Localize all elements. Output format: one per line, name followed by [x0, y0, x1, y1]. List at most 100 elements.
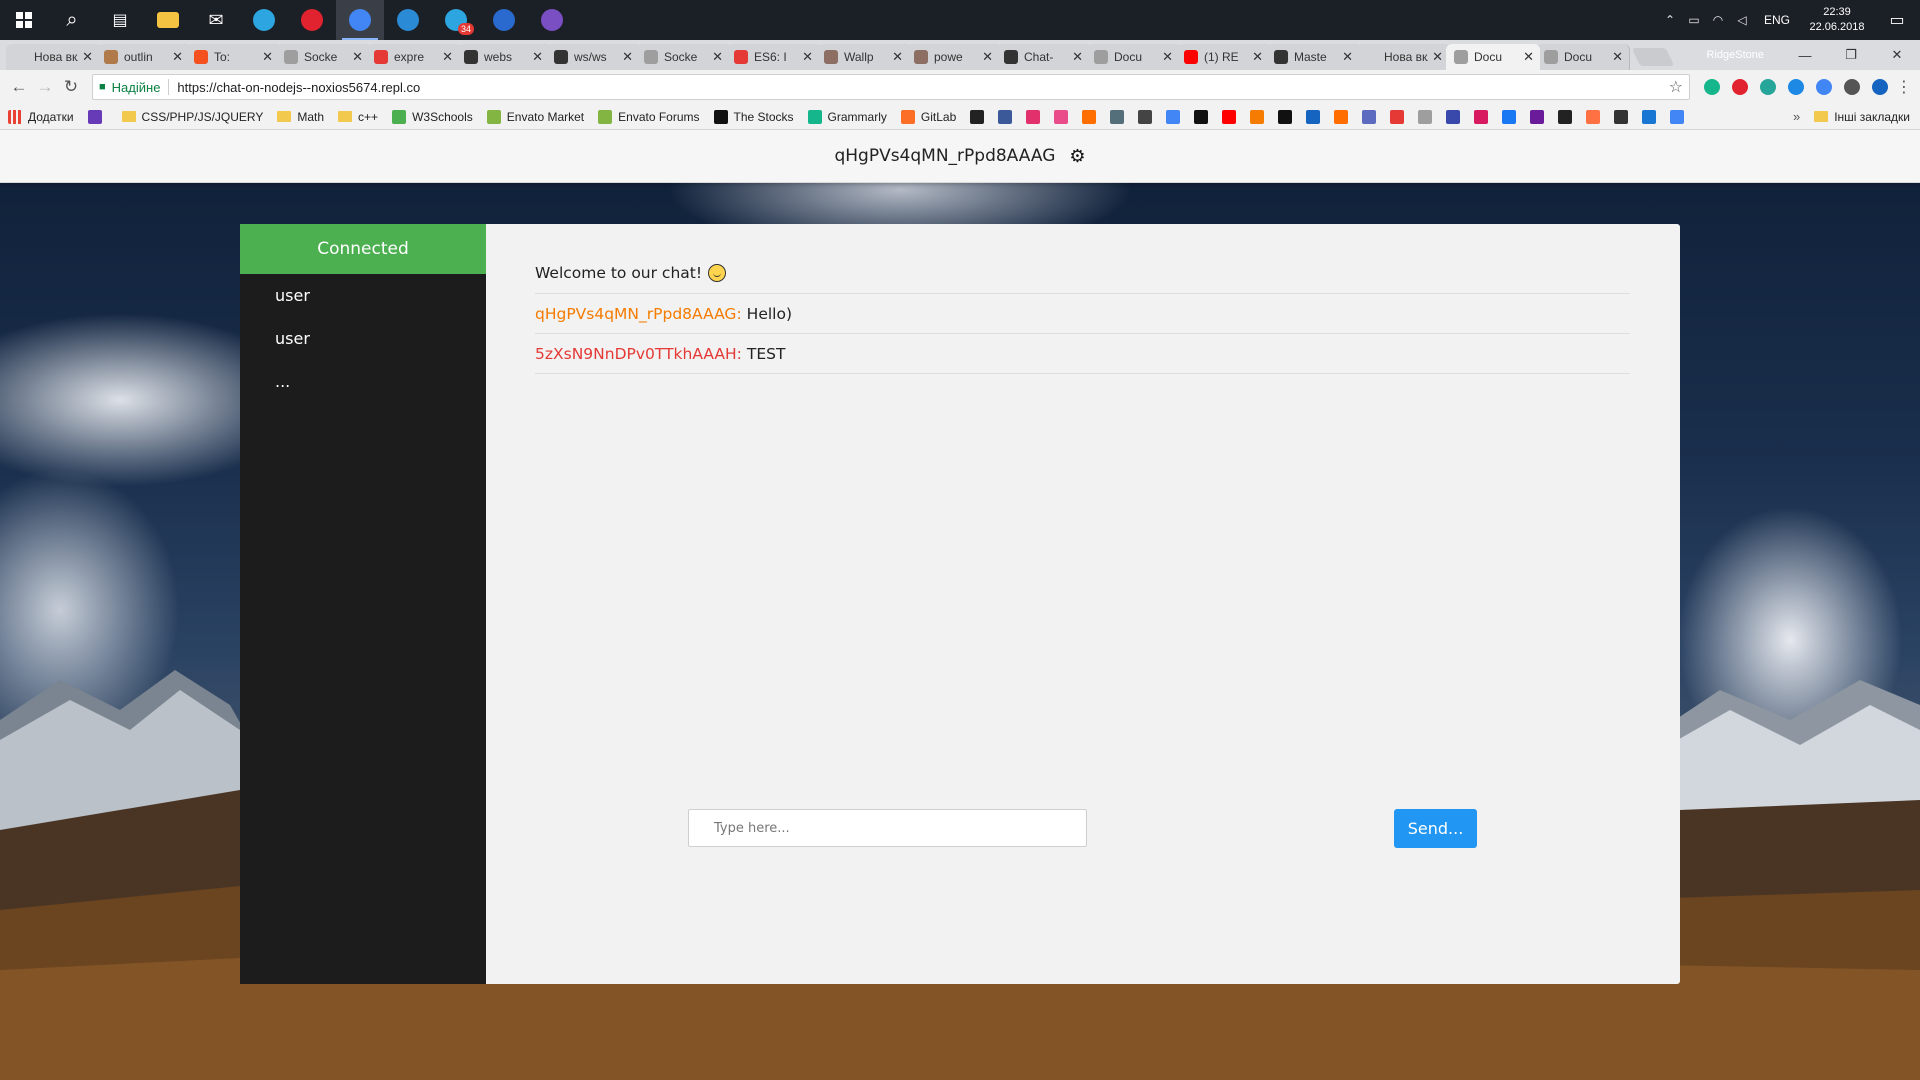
- bookmark-item[interactable]: CSS/PHP/JS/JQUERY: [121, 110, 263, 124]
- taskbar-search-button[interactable]: ⌕: [48, 0, 96, 40]
- url-text[interactable]: https://chat-on-nodejs--noxios5674.repl.…: [177, 80, 1668, 95]
- tab-close-icon[interactable]: ✕: [172, 49, 183, 65]
- address-bar[interactable]: ■ Надійне https://chat-on-nodejs--noxios…: [92, 74, 1690, 100]
- send-button[interactable]: Send...: [1394, 809, 1477, 848]
- browser-tab[interactable]: Socke ✕: [636, 44, 730, 70]
- browser-tab[interactable]: To: ✕: [186, 44, 280, 70]
- extension-icon[interactable]: [1810, 79, 1838, 95]
- bookmark-favicon-icon[interactable]: [1026, 109, 1041, 124]
- tab-close-icon[interactable]: ✕: [802, 49, 813, 65]
- bookmark-favicon-icon[interactable]: [1362, 109, 1377, 124]
- bookmark-favicon-icon[interactable]: [1194, 109, 1209, 124]
- bookmark-favicon-icon[interactable]: [1306, 109, 1321, 124]
- browser-tab[interactable]: expre ✕: [366, 44, 460, 70]
- user-list-item[interactable]: ...: [240, 360, 486, 403]
- language-indicator[interactable]: ENG: [1754, 13, 1800, 27]
- action-center-icon[interactable]: ▭: [1874, 10, 1920, 30]
- bookmark-favicon-icon[interactable]: [1446, 109, 1461, 124]
- browser-tab[interactable]: webs ✕: [456, 44, 550, 70]
- reload-icon[interactable]: ↻: [58, 74, 84, 100]
- bookmark-favicon-icon[interactable]: [1390, 109, 1405, 124]
- bookmark-favicon-icon[interactable]: [1614, 109, 1629, 124]
- tab-close-icon[interactable]: ✕: [262, 49, 273, 65]
- bookmark-item[interactable]: Додатки: [8, 109, 74, 124]
- tab-close-icon[interactable]: ✕: [622, 49, 633, 65]
- bookmark-favicon-icon[interactable]: [1670, 109, 1685, 124]
- bookmark-favicon-icon[interactable]: [1586, 109, 1601, 124]
- taskbar-task-view-button[interactable]: ▤: [96, 0, 144, 40]
- bookmark-item[interactable]: Envato Forums: [598, 109, 700, 124]
- browser-tab[interactable]: powe ✕: [906, 44, 1000, 70]
- taskbar-vscode-button[interactable]: [384, 0, 432, 40]
- user-list-item[interactable]: user: [240, 317, 486, 360]
- extension-icon[interactable]: [1782, 79, 1810, 95]
- profile-name[interactable]: RidgeStone: [1707, 49, 1765, 61]
- message-input[interactable]: [688, 809, 1087, 847]
- bookmark-favicon-icon[interactable]: [1530, 109, 1545, 124]
- chevron-up-icon[interactable]: ⌃: [1658, 13, 1682, 27]
- extension-icon[interactable]: [1754, 79, 1782, 95]
- bookmark-favicon-icon[interactable]: [1474, 109, 1489, 124]
- extension-icon[interactable]: [1838, 79, 1866, 95]
- close-window-icon[interactable]: ✕: [1874, 40, 1920, 70]
- bookmark-favicon-icon[interactable]: [1558, 109, 1573, 124]
- tab-close-icon[interactable]: ✕: [982, 49, 993, 65]
- bookmark-favicon-icon[interactable]: [1110, 109, 1125, 124]
- browser-tab[interactable]: ws/ws ✕: [546, 44, 640, 70]
- bookmark-item[interactable]: c++: [338, 110, 378, 124]
- tab-close-icon[interactable]: ✕: [1162, 49, 1173, 65]
- restore-icon[interactable]: ❐: [1828, 40, 1874, 70]
- bookmark-favicon-icon[interactable]: [1278, 109, 1293, 124]
- bookmark-favicon-icon[interactable]: [1166, 109, 1181, 124]
- bookmark-favicon-icon[interactable]: [1082, 109, 1097, 124]
- new-tab-button[interactable]: [1631, 48, 1675, 66]
- battery-icon[interactable]: ▭: [1682, 13, 1706, 27]
- bookmark-item[interactable]: Grammarly: [807, 109, 887, 124]
- tab-close-icon[interactable]: ✕: [1342, 49, 1353, 65]
- browser-tab[interactable]: (1) RE ✕: [1176, 44, 1270, 70]
- taskbar-chrome-button[interactable]: [336, 0, 384, 40]
- browser-tab[interactable]: Docu ✕: [1536, 44, 1630, 70]
- browser-tab[interactable]: Chat- ✕: [996, 44, 1090, 70]
- bookmark-favicon-icon[interactable]: [1250, 109, 1265, 124]
- tab-close-icon[interactable]: ✕: [442, 49, 453, 65]
- other-bookmarks[interactable]: Інші закладки: [1814, 110, 1910, 124]
- tab-close-icon[interactable]: ✕: [1432, 49, 1443, 65]
- browser-tab[interactable]: Docu ✕: [1086, 44, 1180, 70]
- bookmark-item[interactable]: GitLab: [900, 109, 956, 124]
- bookmark-favicon-icon[interactable]: [1418, 109, 1433, 124]
- extension-icon[interactable]: [1698, 79, 1726, 95]
- tab-close-icon[interactable]: ✕: [352, 49, 363, 65]
- bookmark-favicon-icon[interactable]: [1054, 109, 1069, 124]
- taskbar-start-button[interactable]: [0, 0, 48, 40]
- bookmark-item[interactable]: [87, 109, 108, 124]
- tab-close-icon[interactable]: ✕: [1612, 49, 1623, 65]
- taskbar-opera-button[interactable]: [288, 0, 336, 40]
- bookmark-favicon-icon[interactable]: [1222, 109, 1237, 124]
- taskbar-clock[interactable]: 22:39 22.06.2018: [1800, 5, 1874, 35]
- tab-close-icon[interactable]: ✕: [1523, 49, 1534, 65]
- browser-tab[interactable]: Wallp ✕: [816, 44, 910, 70]
- taskbar-app-purple-button[interactable]: [528, 0, 576, 40]
- bookmark-favicon-icon[interactable]: [1502, 109, 1517, 124]
- tab-close-icon[interactable]: ✕: [82, 49, 93, 65]
- bookmark-item[interactable]: Envato Market: [486, 109, 584, 124]
- bookmark-item[interactable]: The Stocks: [713, 109, 794, 124]
- tab-close-icon[interactable]: ✕: [1252, 49, 1263, 65]
- browser-tab[interactable]: Нова вкла ✕: [1356, 44, 1450, 70]
- forward-arrow-icon[interactable]: →: [32, 74, 58, 100]
- tab-close-icon[interactable]: ✕: [532, 49, 543, 65]
- taskbar-telegram-button[interactable]: [240, 0, 288, 40]
- taskbar-powershell-button[interactable]: [480, 0, 528, 40]
- browser-tab[interactable]: Docu ✕: [1446, 44, 1540, 70]
- browser-menu-icon[interactable]: ⋮: [1894, 77, 1914, 97]
- tab-close-icon[interactable]: ✕: [892, 49, 903, 65]
- taskbar-file-explorer-button[interactable]: [144, 0, 192, 40]
- tab-close-icon[interactable]: ✕: [1072, 49, 1083, 65]
- extension-icon[interactable]: [1726, 79, 1754, 95]
- browser-tab[interactable]: Нова вкла ✕: [6, 44, 100, 70]
- minimize-icon[interactable]: —: [1782, 40, 1828, 70]
- browser-tab[interactable]: ES6: I ✕: [726, 44, 820, 70]
- browser-tab[interactable]: Maste ✕: [1266, 44, 1360, 70]
- bookmark-item[interactable]: W3Schools: [392, 109, 473, 124]
